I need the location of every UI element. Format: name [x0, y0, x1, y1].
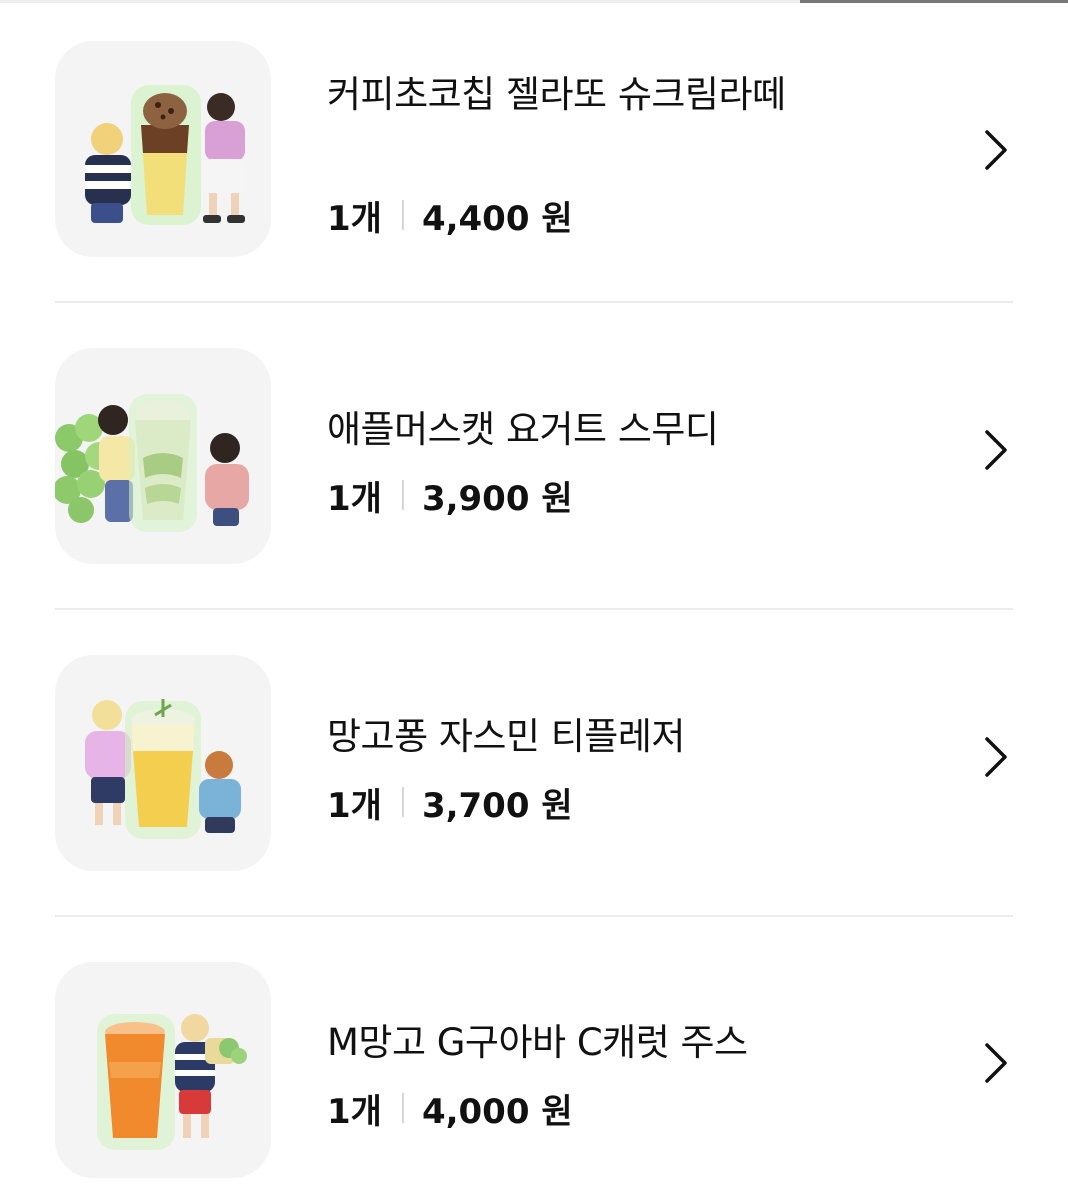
meta-separator: [401, 1093, 404, 1123]
item-meta: 1개 3,700 원: [327, 779, 573, 826]
mango-jasmine-tea-image: [55, 655, 271, 871]
mango-guava-carrot-juice-image: [55, 962, 271, 1178]
item-price: 4,400 원: [421, 198, 573, 239]
meta-separator: [401, 787, 404, 817]
list-item[interactable]: 망고퐁 자스민 티플레저 1개 3,700 원: [0, 610, 1068, 916]
item-price: 3,900 원: [421, 478, 573, 519]
chevron-right-icon[interactable]: [978, 1039, 1014, 1087]
item-quantity: 1개: [327, 478, 382, 519]
muscat-smoothie-drink-image: [55, 348, 271, 564]
chevron-right-icon[interactable]: [978, 426, 1014, 474]
meta-separator: [401, 200, 404, 230]
item-name: 커피초코칩 젤라또 슈크림라떼: [327, 73, 786, 116]
chevron-right-icon[interactable]: [978, 733, 1014, 781]
list-item[interactable]: 애플머스캣 요거트 스무디 1개 3,900 원: [0, 303, 1068, 609]
item-name: 애플머스캣 요거트 스무디: [327, 408, 719, 451]
item-meta: 1개 4,400 원: [327, 192, 573, 239]
chevron-right-icon[interactable]: [978, 126, 1014, 174]
item-quantity: 1개: [327, 198, 382, 239]
meta-separator: [401, 480, 404, 510]
item-meta: 1개 4,000 원: [327, 1085, 573, 1132]
item-quantity: 1개: [327, 1091, 382, 1132]
item-price: 3,700 원: [421, 785, 573, 826]
list-item[interactable]: M망고 G구아바 C캐럿 주스 1개 4,000 원: [0, 917, 1068, 1200]
item-name: 망고퐁 자스민 티플레저: [327, 715, 685, 758]
coffee-gelato-drink-image: [55, 41, 271, 257]
item-price: 4,000 원: [421, 1091, 573, 1132]
list-item[interactable]: 커피초코칩 젤라또 슈크림라떼 1개 4,400 원: [0, 0, 1068, 302]
item-name: M망고 G구아바 C캐럿 주스: [327, 1021, 748, 1064]
item-meta: 1개 3,900 원: [327, 472, 573, 519]
item-quantity: 1개: [327, 785, 382, 826]
